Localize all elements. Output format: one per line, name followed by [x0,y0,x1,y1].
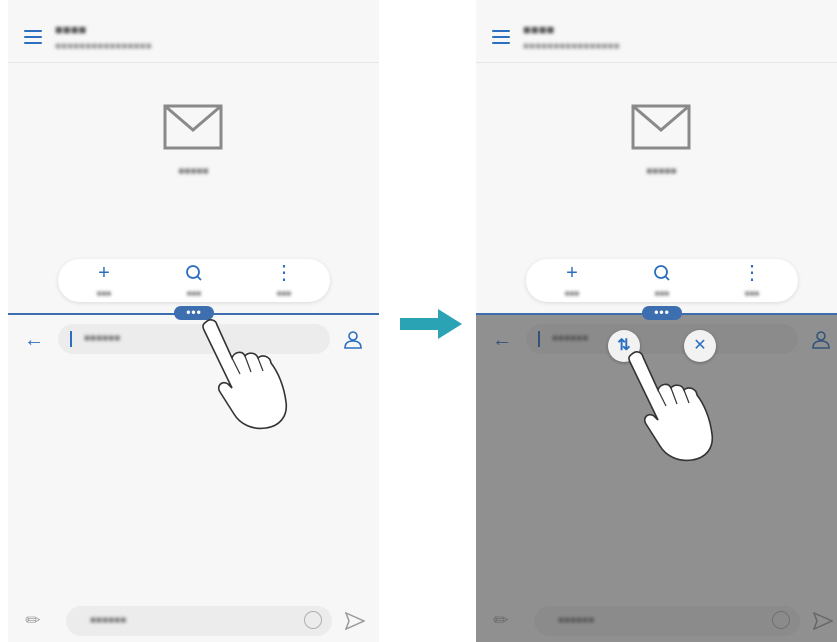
account-name: ■■■■ [55,22,87,37]
empty-state-text: ■■■■■ [646,166,677,177]
account-email: ■■■■■■■■■■■■■■■■ [523,41,620,52]
floating-toolbar: + ■■■ ■■■ ⋮ ■■■ [526,259,798,302]
after-screen: ■■■■ ■■■■■■■■■■■■■■■■ ■■■■■ + ■■■ ■■■ ⋮ … [476,0,837,642]
email-header: ■■■■ ■■■■■■■■■■■■■■■■ [476,0,837,63]
before-screen: ■■■■ ■■■■■■■■■■■■■■■■ ■■■■■ + ■■■ ■■■ ⋮ … [8,0,379,642]
search-label: ■■■ [654,289,670,298]
plus-icon: + [98,262,110,284]
new-mail-label: ■■■ [96,289,112,298]
emoji-icon[interactable] [304,611,322,629]
contact-icon[interactable] [343,330,363,350]
back-arrow-icon[interactable]: ← [24,328,44,352]
menu-icon[interactable] [24,30,42,44]
account-name: ■■■■ [523,22,555,37]
search-label: ■■■ [186,289,202,298]
message-input[interactable]: ■■■■■■ [66,606,332,636]
attachment-icon[interactable]: ✎ [21,608,47,634]
message-bar: ✎ ■■■■■■ [8,606,379,642]
split-handle[interactable]: ••• [642,306,682,320]
send-icon[interactable] [345,612,365,630]
new-mail-button[interactable]: + ■■■ [552,261,592,301]
more-button[interactable]: ⋮ ■■■ [732,261,772,301]
recipient-placeholder: ■■■■■■ [84,333,121,344]
new-mail-button[interactable]: + ■■■ [84,261,124,301]
more-label: ■■■ [744,289,760,298]
pointing-hand-icon [202,319,288,430]
empty-state-text: ■■■■■ [178,166,209,177]
envelope-icon [163,104,223,150]
plus-icon: + [566,262,578,284]
menu-icon[interactable] [492,30,510,44]
envelope-icon [631,104,691,150]
search-button[interactable]: ■■■ [642,261,682,301]
search-icon [654,265,670,281]
more-label: ■■■ [276,289,292,298]
account-email: ■■■■■■■■■■■■■■■■ [55,41,152,52]
floating-toolbar: + ■■■ ■■■ ⋮ ■■■ [58,259,330,302]
new-mail-label: ■■■ [564,289,580,298]
more-icon: ⋮ [742,262,762,284]
recipient-row: ← ■■■■■■ [8,322,379,358]
text-cursor [70,331,72,347]
email-header: ■■■■ ■■■■■■■■■■■■■■■■ [8,0,379,63]
more-icon: ⋮ [274,262,294,284]
more-button[interactable]: ⋮ ■■■ [264,261,304,301]
pointing-hand-icon [628,351,714,462]
search-button[interactable]: ■■■ [174,261,214,301]
search-icon [186,265,202,281]
message-placeholder: ■■■■■■ [90,615,127,626]
transition-arrow-icon [400,309,462,339]
